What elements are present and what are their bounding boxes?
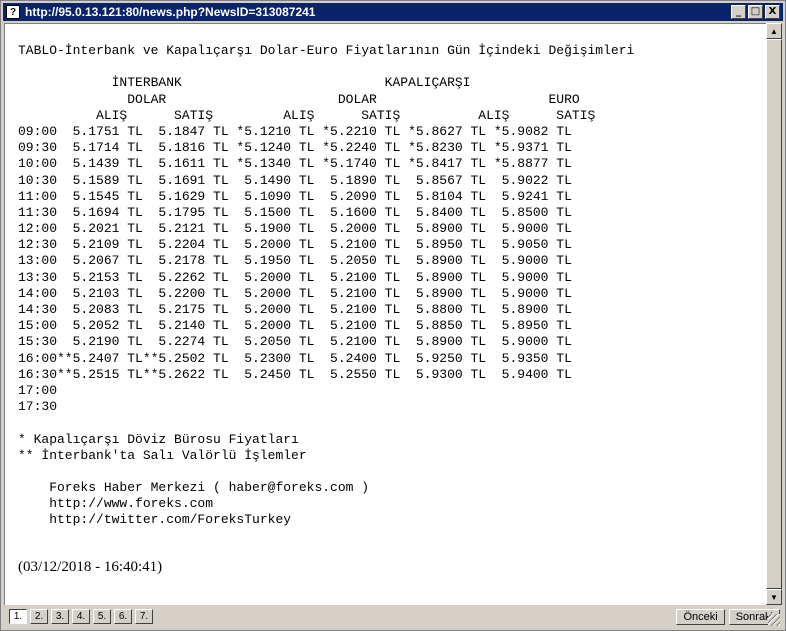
title-bar[interactable]: ? http://95.0.13.121:80/news.php?NewsID=…	[3, 3, 783, 21]
text-line: 10:00 5.1439 TL 5.1611 TL *5.1340 TL *5.…	[18, 156, 572, 172]
vertical-scrollbar[interactable]: ▲ ▼	[766, 23, 782, 605]
maximize-button[interactable]: □	[748, 5, 763, 19]
window-title: http://95.0.13.121:80/news.php?NewsID=31…	[25, 5, 316, 19]
page-tabs: 1. 2. 3. 4. 5. 6. 7.	[9, 609, 153, 624]
text-line: 17:00	[18, 382, 58, 398]
page-tab-2[interactable]: 2.	[30, 609, 48, 624]
text-line: 11:30 5.1694 TL 5.1795 TL 5.1500 TL 5.16…	[18, 204, 572, 220]
news-timestamp: (03/12/2018 - 16:40:41)	[18, 559, 163, 575]
text-line: ALIŞ SATIŞ ALIŞ SATIŞ ALIŞ SATIŞ	[18, 107, 596, 123]
text-line: ** İnterbank'ta Salı Valörlü İşlemler	[18, 447, 307, 463]
scroll-up-button[interactable]: ▲	[766, 23, 782, 39]
news-content: TABLO-İnterbank ve Kapalıçarşı Dolar-Eur…	[4, 23, 766, 605]
window-controls: _ □ X	[731, 5, 780, 19]
page-tab-6[interactable]: 6.	[114, 609, 132, 624]
text-line: 12:30 5.2109 TL 5.2204 TL 5.2000 TL 5.21…	[18, 237, 572, 253]
text-line: 10:30 5.1589 TL 5.1691 TL 5.1490 TL 5.18…	[18, 172, 572, 188]
resize-grip[interactable]	[768, 614, 780, 626]
text-line: 16:30**5.2515 TL**5.2622 TL 5.2450 TL 5.…	[18, 366, 572, 382]
text-line: DOLAR DOLAR EURO	[18, 91, 580, 107]
page-tab-4[interactable]: 4.	[72, 609, 90, 624]
text-line: 14:30 5.2083 TL 5.2175 TL 5.2000 TL 5.21…	[18, 302, 572, 317]
scroll-thumb[interactable]	[766, 39, 782, 589]
text-line: 17:30	[18, 399, 58, 415]
text-line	[18, 464, 634, 480]
news-text: TABLO-İnterbank ve Kapalıçarşı Dolar-Eur…	[18, 43, 634, 529]
text-line: İNTERBANK KAPALIÇARŞI	[18, 75, 471, 91]
text-line: 15:00 5.2052 TL 5.2140 TL 5.2000 TL 5.21…	[18, 318, 572, 334]
bottom-bar: 1. 2. 3. 4. 5. 6. 7. Önceki Sonraki	[4, 607, 782, 628]
text-line: 13:30 5.2153 TL 5.2262 TL 5.2000 TL 5.21…	[18, 269, 572, 285]
text-line	[18, 59, 634, 75]
previous-button[interactable]: Önceki	[676, 609, 725, 625]
text-line: TABLO-İnterbank ve Kapalıçarşı Dolar-Eur…	[18, 43, 635, 58]
text-line: * Kapalıçarşı Döviz Bürosu Fiyatları	[18, 431, 299, 447]
text-line: 09:30 5.1714 TL 5.1816 TL *5.1240 TL *5.…	[18, 140, 572, 156]
page-tab-7[interactable]: 7.	[135, 609, 153, 624]
text-line: 11:00 5.1545 TL 5.1629 TL 5.1090 TL 5.20…	[18, 188, 572, 204]
text-line: 14:00 5.2103 TL 5.2200 TL 5.2000 TL 5.21…	[18, 285, 572, 301]
page-tab-1[interactable]: 1.	[9, 609, 27, 624]
close-button[interactable]: X	[765, 5, 780, 19]
text-line: 12:00 5.2021 TL 5.2121 TL 5.1900 TL 5.20…	[18, 221, 572, 237]
navigation-buttons: Önceki Sonraki	[676, 609, 780, 625]
text-line: http://twitter.com/ForeksTurkey	[18, 512, 292, 528]
help-icon: ?	[6, 5, 20, 19]
text-line: http://www.foreks.com	[18, 496, 214, 512]
browser-window: ? http://95.0.13.121:80/news.php?NewsID=…	[0, 0, 786, 631]
text-line: 09:00 5.1751 TL 5.1847 TL *5.1210 TL *5.…	[18, 123, 572, 139]
page-tab-3[interactable]: 3.	[51, 609, 69, 624]
scroll-down-button[interactable]: ▼	[766, 589, 782, 605]
text-line: 16:00**5.2407 TL**5.2502 TL 5.2300 TL 5.…	[18, 350, 572, 366]
text-line: 15:30 5.2190 TL 5.2274 TL 5.2050 TL 5.21…	[18, 334, 572, 350]
text-line	[18, 415, 634, 431]
text-line: 13:00 5.2067 TL 5.2178 TL 5.1950 TL 5.20…	[18, 253, 572, 269]
minimize-button[interactable]: _	[731, 5, 746, 19]
page-tab-5[interactable]: 5.	[93, 609, 111, 624]
text-line: Foreks Haber Merkezi ( haber@foreks.com …	[18, 480, 370, 496]
